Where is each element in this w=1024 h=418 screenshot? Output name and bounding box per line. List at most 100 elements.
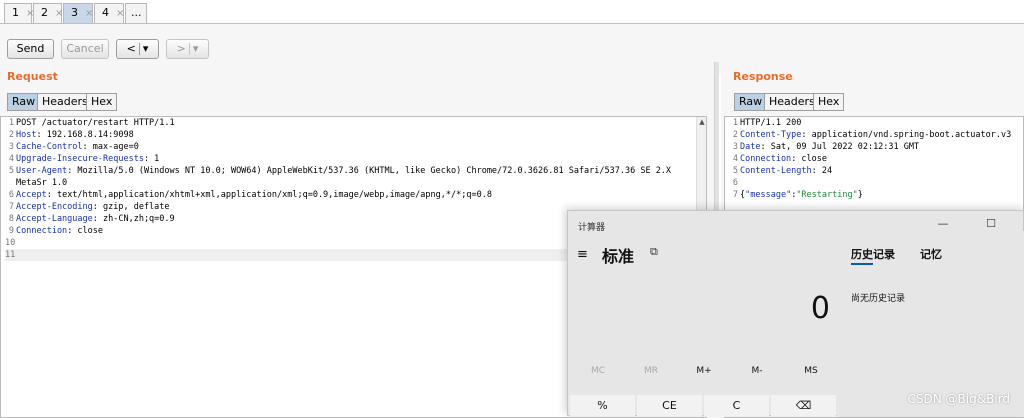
tab-label: 4: [102, 6, 109, 19]
header-name: Upgrade-Insecure-Requests: [16, 154, 144, 164]
response-line: 1 HTTP/1.1 200: [729, 117, 1011, 129]
hamburger-menu-icon[interactable]: ≡: [577, 247, 588, 262]
back-arrow-icon: <: [126, 42, 136, 55]
line-number: 11: [5, 250, 16, 260]
header-value: : Sat, 09 Jul 2022 02:12:31 GMT: [760, 142, 920, 152]
session-tab-bar: 1 × 2 × 3 × 4 × ...: [0, 0, 1024, 24]
line-number: 2: [8, 130, 14, 140]
header-name: Connection: [740, 154, 792, 164]
response-line: 6: [729, 177, 1011, 189]
line-number: 1: [8, 118, 14, 128]
tab-label: 2: [41, 6, 48, 19]
request-tab-hex[interactable]: Hex: [86, 93, 118, 111]
session-tab-2[interactable]: 2 ×: [33, 3, 63, 23]
memory-tab[interactable]: 记忆: [920, 246, 942, 262]
line-number: 2: [732, 130, 738, 140]
header-value: : close: [67, 226, 104, 236]
response-line: 3 Date: Sat, 09 Jul 2022 02:12:31 GMT: [729, 141, 1011, 153]
calculator-window: 计算器 — ☐ ≡ 标准 ⧉ 0 MC MR M+ M- MS % CE C ⌫…: [567, 210, 1024, 417]
json-value: "Restarting": [796, 190, 858, 200]
header-value: : zh-CN,zh;q=0.9: [92, 214, 175, 224]
request-line: 3 Cache-Control: max-age=0: [5, 141, 705, 153]
header-name: Host: [16, 130, 37, 140]
request-line: 6 Accept: text/html,application/xhtml+xml…: [5, 189, 705, 201]
request-line: 1 POST /actuator/restart HTTP/1.1: [5, 117, 705, 129]
session-tab-3[interactable]: 3 ×: [63, 3, 93, 23]
response-title: Response: [733, 70, 793, 83]
response-tab-hex[interactable]: Hex: [813, 93, 845, 111]
request-line: 2 Host: 192.168.8.14:9098: [5, 129, 705, 141]
history-panel: 历史记录 记忆 尚无历史记录: [837, 231, 1024, 417]
clear-key[interactable]: C: [704, 395, 769, 417]
calculator-display: 0: [810, 291, 830, 326]
header-value: : gzip, deflate: [92, 202, 170, 212]
request-tab-headers[interactable]: Headers: [37, 93, 93, 111]
line-text: POST /actuator/restart HTTP/1.1: [16, 118, 175, 128]
memory-subtract-button[interactable]: M-: [742, 366, 772, 376]
cancel-button[interactable]: Cancel: [61, 39, 109, 59]
line-number: 8: [8, 214, 14, 224]
line-number: 7: [732, 190, 738, 200]
session-tab-1[interactable]: 1 ×: [4, 3, 34, 23]
line-number: 10: [5, 238, 16, 248]
header-name: Cache-Control: [16, 142, 83, 152]
request-line: 5 User-Agent: Mozilla/5.0 (Windows NT 10.…: [5, 165, 705, 177]
maximize-icon[interactable]: ☐: [976, 217, 1006, 230]
header-name: Connection: [16, 226, 68, 236]
response-tab-headers[interactable]: Headers: [764, 93, 820, 111]
header-value: : 1: [143, 154, 160, 164]
header-name: User-Agent: [16, 166, 68, 176]
line-number: 5: [732, 166, 738, 176]
header-name: Accept: [16, 190, 47, 200]
scroll-up-icon[interactable]: ▲: [697, 117, 706, 127]
line-number: 6: [732, 178, 738, 188]
header-name: Accept-Encoding: [16, 202, 93, 212]
minimize-icon[interactable]: —: [928, 217, 958, 230]
watermark: CSDN @Big&Bird: [907, 392, 1010, 406]
memory-clear-button[interactable]: MC: [583, 366, 613, 376]
line-number: 7: [8, 202, 14, 212]
line-number: 6: [8, 190, 14, 200]
keep-on-top-icon[interactable]: ⧉: [650, 245, 658, 259]
response-line: 7 {"message":"Restarting"}: [729, 189, 1011, 201]
send-button[interactable]: Send: [7, 39, 54, 59]
backspace-key[interactable]: ⌫: [771, 395, 836, 417]
line-number: 4: [732, 154, 738, 164]
request-line: MetaSr 1.0: [5, 177, 705, 189]
line-number: 3: [8, 142, 14, 152]
line-text: MetaSr 1.0: [16, 178, 68, 188]
new-tab-button[interactable]: ...: [125, 3, 147, 23]
header-value: : 192.168.8.14:9098: [36, 130, 134, 140]
memory-add-button[interactable]: M+: [689, 366, 719, 376]
response-tab-raw[interactable]: Raw: [734, 93, 768, 111]
back-button[interactable]: < ▾: [116, 39, 159, 59]
history-empty-message: 尚无历史记录: [851, 294, 906, 304]
calculator-title: 计算器: [578, 223, 606, 233]
tab-label: ...: [131, 6, 142, 19]
clear-entry-key[interactable]: CE: [637, 395, 702, 417]
session-tab-4[interactable]: 4 ×: [94, 3, 124, 23]
dropdown-icon: ▾: [192, 42, 199, 55]
header-value: : close: [791, 154, 828, 164]
close-icon[interactable]: ×: [116, 8, 124, 19]
request-title: Request: [7, 70, 58, 83]
request-tab-raw[interactable]: Raw: [7, 93, 41, 111]
history-tab[interactable]: 历史记录: [851, 246, 895, 262]
header-value: : application/vnd.spring-boot.actuator.v…: [801, 130, 1012, 140]
forward-arrow-icon: >: [176, 42, 186, 55]
request-line: 4 Upgrade-Insecure-Requests: 1: [5, 153, 705, 165]
tab-label: 3: [71, 6, 78, 19]
separator: [138, 43, 140, 55]
forward-button[interactable]: > ▾: [166, 39, 209, 59]
memory-store-button[interactable]: MS: [796, 366, 826, 376]
tab-label: 1: [12, 6, 19, 19]
json-brace: }: [857, 190, 863, 200]
header-value: : Mozilla/5.0 (Windows NT 10.0; WOW64) A…: [67, 166, 672, 176]
close-icon[interactable]: ×: [85, 8, 93, 19]
dropdown-icon: ▾: [142, 42, 149, 55]
response-line: 5 Content-Length: 24: [729, 165, 1011, 177]
line-number: 9: [8, 226, 14, 236]
header-name: Accept-Language: [16, 214, 93, 224]
percent-key[interactable]: %: [570, 395, 635, 417]
memory-recall-button[interactable]: MR: [636, 366, 666, 376]
